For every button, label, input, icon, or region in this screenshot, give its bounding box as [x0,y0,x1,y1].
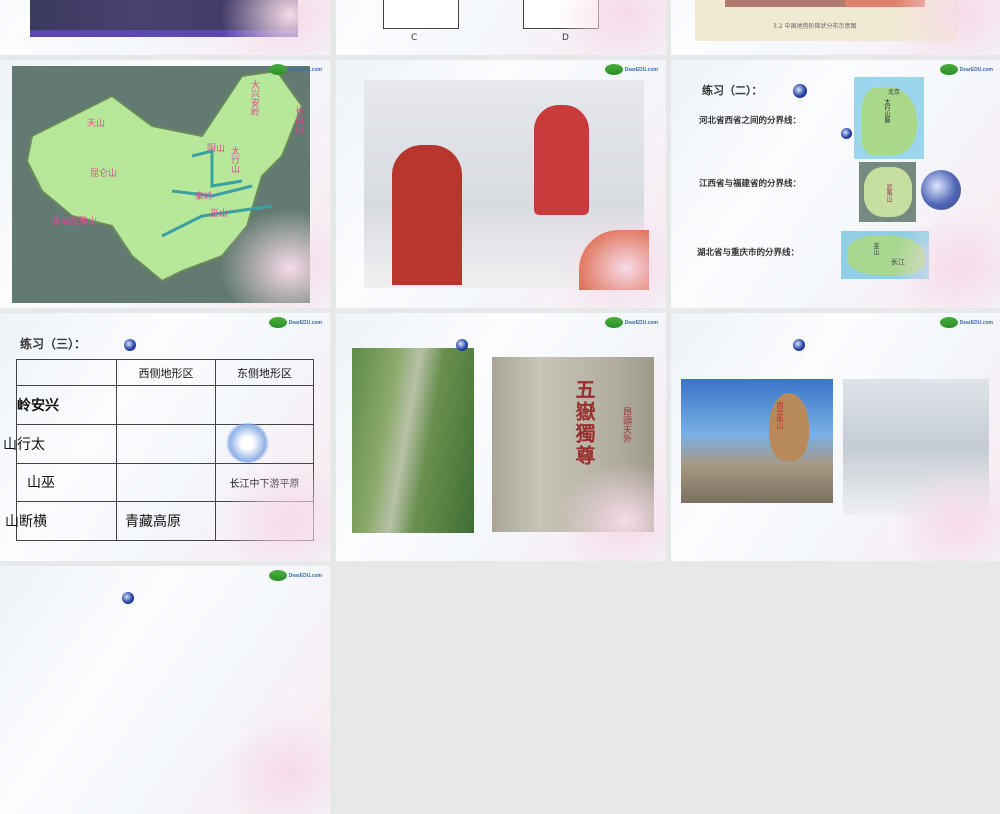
question-text: 河北省西省之间的分界线： [699,116,802,126]
map-label: 秦岭 [195,192,214,202]
deaedu-logo: DearEDU.com [268,317,322,328]
map-label: 阴山 [207,144,226,154]
slide-thumbnail-9[interactable]: DearEDU.com 南岳衡山 [671,313,1000,561]
hubei-chongqing-map: 长江 巫山 [841,231,929,279]
table-row: 山断横 青藏高原 [5,501,314,541]
deaedu-logo: DearEDU.com [939,64,993,75]
stone-inscription: 五嶽獨尊 [572,379,596,467]
logo-text: DearEDU.com [959,66,993,73]
diagram-label: D [562,33,569,43]
table-cell: 长江中下游平原 [215,462,314,503]
jiangxi-fujian-map: 武夷山 [859,162,916,222]
figure-caption: 3.2 中国地势阶梯状分布示意图 [773,23,857,30]
slide-thumbnail-5[interactable]: DearEDU.com [336,60,666,308]
slide-thumbnail-1[interactable]: 500 200 0 [0,0,330,55]
map-label: 巫山 [872,243,879,255]
deaedu-logo: DearEDU.com [939,317,993,328]
map-label: 天山 [87,119,106,129]
slide-thumbnail-3[interactable]: 3.2 中国地势阶梯状分布示意图 [671,0,1000,55]
logo-text: DearEDU.com [288,572,322,579]
map-label: 太行山脉 [883,99,890,123]
hengshan-photo: 南岳衡山 [681,379,833,503]
terrain-profile-image: 3.2 中国地势阶梯状分布示意图 [695,0,957,41]
stone-side-inscription: 昂頭天外 [621,407,631,443]
map-label: 北京 [888,89,901,96]
slide-thumbnail-4[interactable]: DearEDU.com 天山 昆仑山 喜马拉雅山 阴山 秦岭 巫山 大兴安岭 太… [0,60,330,308]
question-text: 江西省与福建省的分界线： [699,179,802,189]
table-header: 西侧地形区 [116,359,216,386]
snowy-forest-photo [843,379,989,515]
mountain-path-photo [352,348,474,533]
table-row: 岭安兴 [16,385,314,425]
slide-thumbnail-6[interactable]: DearEDU.com 练习（二）： 河北省西省之间的分界线： 江西省与福建省的… [671,60,1000,308]
logo-text: DearEDU.com [288,66,322,73]
slide-thumbnail-8[interactable]: DearEDU.com 五嶽獨尊 昂頭天外 [336,313,666,561]
logo-text: DearEDU.com [288,319,322,326]
exercise-table: 西侧地形区 东侧地形区 岭安兴 山行太 山巫 长江中下游平原 山断横 青藏高原 [3,359,314,541]
diagram-c [383,0,459,29]
slide-thumbnail-10[interactable]: DearEDU.com [0,566,330,814]
map-label: 长白山 [293,106,303,133]
map-label: 武夷山 [885,184,892,202]
logo-text: DearEDU.com [624,66,658,73]
map-label: 喜马拉雅山 [52,217,98,227]
map-label: 大兴安岭 [249,80,259,116]
deaedu-logo: DearEDU.com [604,64,658,75]
map-label: 昆仑山 [90,169,118,179]
china-mountains-map: 天山 昆仑山 喜马拉雅山 阴山 秦岭 巫山 大兴安岭 太行山 长白山 [12,66,310,303]
table-cell: 山断横 [5,501,117,541]
table-row: 山巫 长江中下游平原 [16,462,314,503]
stone-inscription: 南岳衡山 [776,401,784,429]
logo-text: DearEDU.com [624,319,658,326]
taishan-stone-photo: 五嶽獨尊 昂頭天外 [492,357,654,532]
slide-thumbnail-7[interactable]: DearEDU.com 练习（三）： 西侧地形区 东侧地形区 岭安兴 山行太 山… [0,313,330,561]
logo-text: DearEDU.com [959,319,993,326]
table-cell: 青藏高原 [116,501,216,541]
map-label: 巫山 [210,209,229,219]
deaedu-logo: DearEDU.com [268,570,322,581]
terrain-map-image: 500 200 0 [30,0,298,37]
slide-thumbnail-2[interactable]: C D [336,0,666,55]
slide-title: 练习（二）： [702,84,763,97]
question-text: 湖北省与重庆市的分界线： [697,248,800,258]
diagram-d [523,0,599,29]
table-cell: 岭安兴 [16,385,117,425]
slide-title: 练习（三）： [20,337,87,351]
map-label: 太行山 [229,146,239,173]
deaedu-logo: DearEDU.com [268,64,322,75]
table-cell: 山巫 [16,462,117,503]
deaedu-logo: DearEDU.com [604,317,658,328]
table-header: 东侧地形区 [215,359,314,386]
diagram-label: C [411,33,418,43]
hebei-map: 北京 太行山脉 [854,77,924,159]
climbers-photo [364,80,649,290]
table-cell: 山行太 [3,423,117,464]
map-label: 长江 [891,258,905,266]
